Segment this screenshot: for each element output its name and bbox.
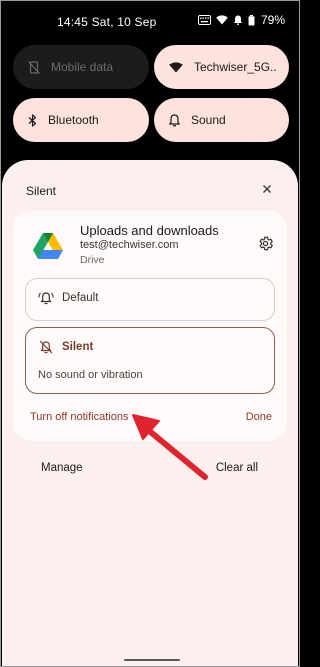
silent-option-label: Silent — [62, 341, 94, 353]
status-time: 14:45 Sat, 10 Sep — [57, 15, 157, 29]
battery-percentage: 79% — [260, 13, 285, 27]
bluetooth-icon — [28, 113, 37, 127]
google-drive-icon — [33, 233, 63, 259]
default-option[interactable]: Default — [25, 278, 275, 321]
bell-off-icon — [39, 340, 53, 354]
wifi-icon — [216, 15, 228, 25]
default-option-label: Default — [62, 292, 99, 304]
channel-name: Uploads and downloads — [80, 223, 219, 238]
done-button[interactable]: Done — [246, 411, 272, 423]
bell-ringing-icon — [38, 292, 54, 305]
tile-label: Mobile data — [51, 60, 114, 74]
phone-screen: 14:45 Sat, 10 Sep 79% Mobile data Techwi… — [0, 0, 300, 667]
gear-icon[interactable] — [257, 235, 274, 252]
clear-all-button[interactable]: Clear all — [216, 462, 258, 474]
tile-mobile-data[interactable]: Mobile data — [13, 45, 149, 89]
do-not-disturb-icon — [233, 15, 243, 25]
tile-label: Sound — [191, 113, 226, 127]
silent-option-description: No sound or vibration — [38, 369, 143, 381]
tile-wifi[interactable]: Techwiser_5G.. — [154, 45, 289, 89]
notification-sheet: Silent Uploads and downloads test@techwi… — [2, 160, 298, 666]
notification-channel-card: Uploads and downloads test@techwiser.com… — [13, 211, 287, 441]
mobile-data-off-icon — [28, 60, 40, 74]
tile-label: Techwiser_5G.. — [194, 60, 277, 74]
tile-bluetooth[interactable]: Bluetooth — [13, 98, 149, 142]
wifi-icon — [169, 61, 183, 72]
keyboard-icon — [197, 15, 211, 25]
battery-icon — [248, 14, 255, 25]
home-indicator[interactable] — [124, 659, 180, 661]
bell-icon — [169, 113, 180, 126]
sheet-title: Silent — [26, 184, 57, 198]
close-icon[interactable] — [260, 182, 274, 196]
status-icons: 79% — [197, 13, 285, 27]
status-bar: 14:45 Sat, 10 Sep 79% — [1, 1, 299, 41]
turn-off-notifications-button[interactable]: Turn off notifications — [30, 411, 128, 423]
tile-sound[interactable]: Sound — [154, 98, 289, 142]
app-name: Drive — [80, 254, 105, 266]
tile-label: Bluetooth — [48, 113, 99, 127]
manage-button[interactable]: Manage — [41, 462, 83, 474]
silent-option[interactable]: Silent No sound or vibration — [25, 327, 275, 394]
account-email: test@techwiser.com — [80, 239, 179, 251]
clock-time: 14:45 — [57, 15, 89, 29]
clock-date: Sat, 10 Sep — [91, 15, 157, 29]
